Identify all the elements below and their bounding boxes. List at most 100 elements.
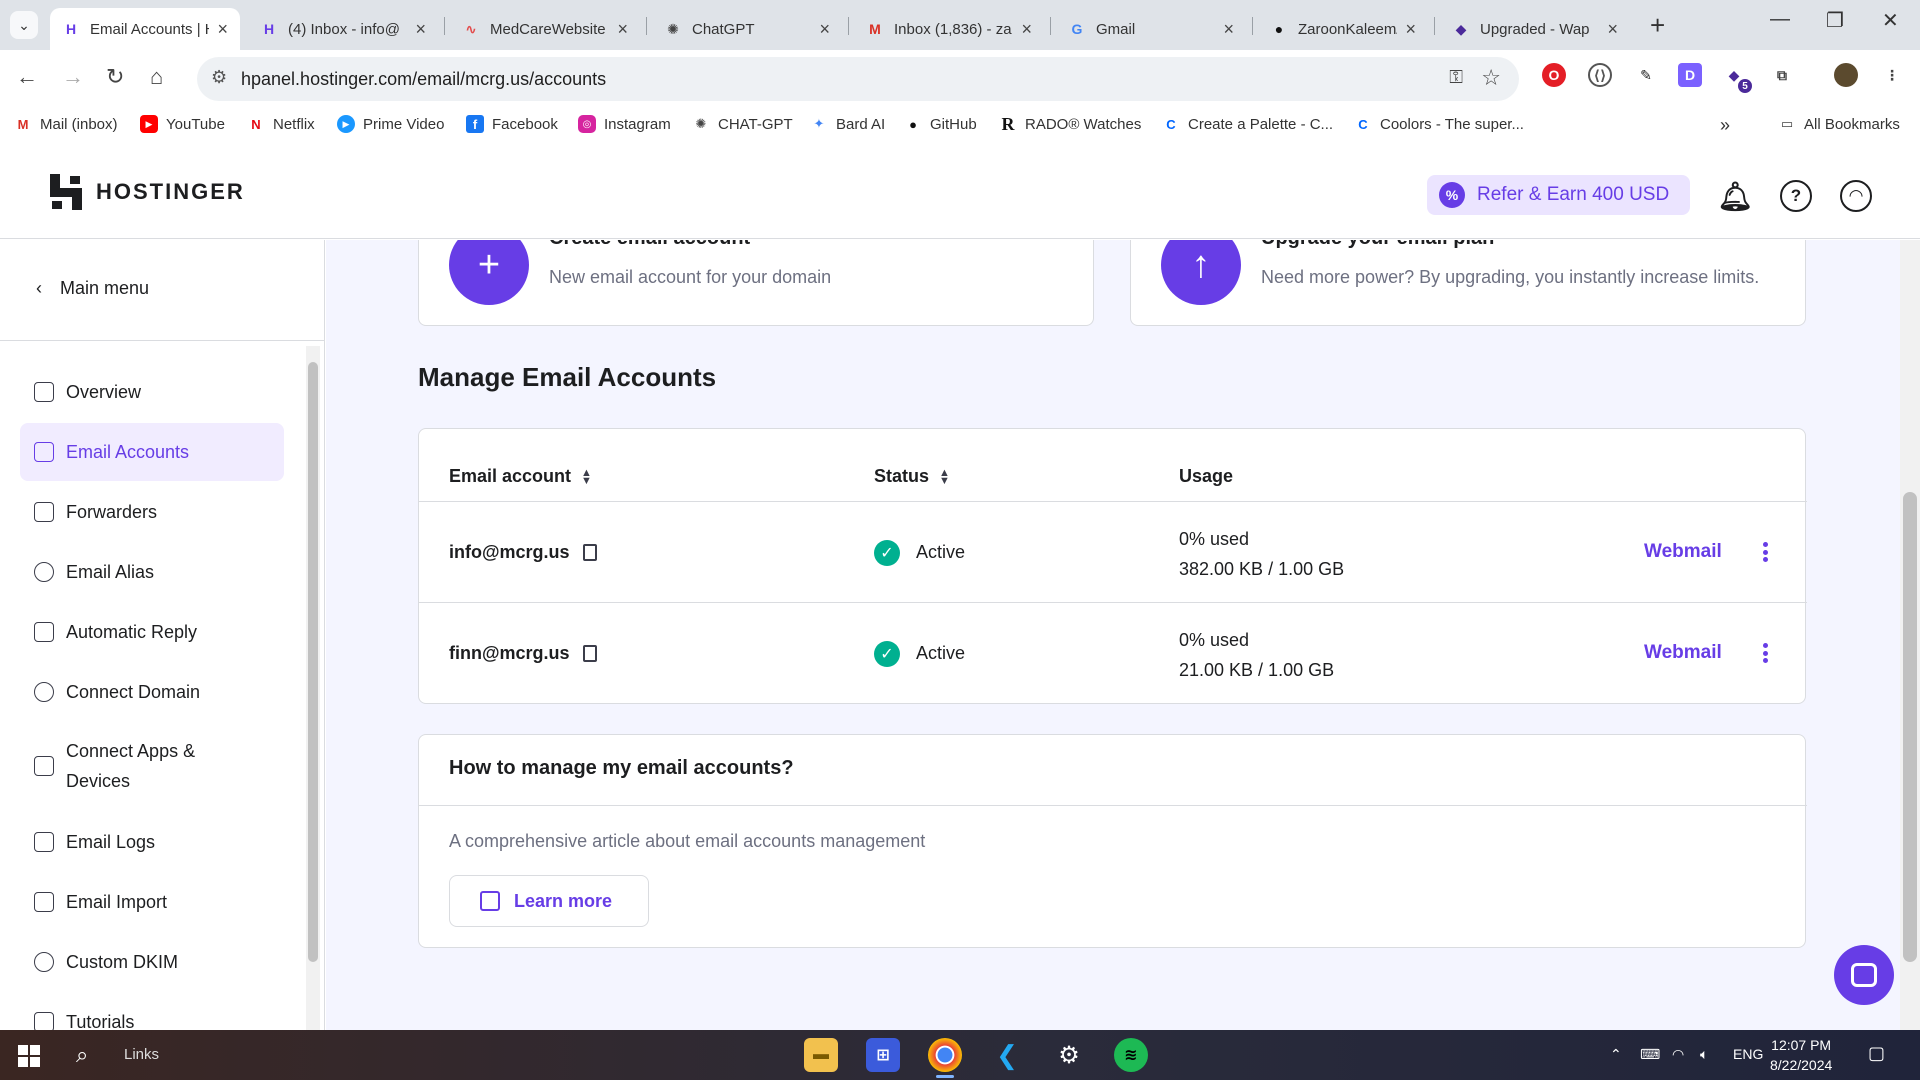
close-tab-icon[interactable]: ×: [1607, 19, 1618, 40]
tab-medcare[interactable]: ∿ MedCareWebsite ×: [450, 8, 640, 50]
tab-gmail[interactable]: G Gmail ×: [1056, 8, 1246, 50]
sidebar-scrollbar-thumb[interactable]: [308, 362, 318, 962]
sidebar-item-email-alias[interactable]: Email Alias: [20, 543, 284, 601]
tab-inbox-info[interactable]: H (4) Inbox - info@ ×: [248, 8, 438, 50]
copy-icon[interactable]: [583, 544, 597, 561]
windows-start-icon[interactable]: [18, 1045, 40, 1067]
notifications-icon[interactable]: ▢: [1868, 1043, 1885, 1064]
tab-email-accounts[interactable]: H Email Accounts | Ho ×: [50, 8, 240, 50]
bookmark-create-palette[interactable]: C Create a Palette - C...: [1162, 115, 1333, 133]
check-circle-icon: ✓: [874, 540, 900, 566]
sidebar-item-forwarders[interactable]: Forwarders: [20, 483, 284, 541]
site-info-icon[interactable]: ⚙: [211, 67, 227, 88]
all-bookmarks[interactable]: ▭ All Bookmarks: [1778, 115, 1900, 133]
learn-more-button[interactable]: Learn more: [449, 875, 649, 927]
bookmark-chatgpt[interactable]: ✺ CHAT-GPT: [692, 115, 793, 133]
sidebar-item-custom-dkim[interactable]: Custom DKIM: [20, 933, 284, 991]
close-tab-icon[interactable]: ×: [1405, 19, 1416, 40]
webmail-link[interactable]: Webmail: [1644, 541, 1722, 563]
vscode-icon[interactable]: ❮: [990, 1038, 1024, 1072]
back-icon[interactable]: ←: [16, 64, 38, 90]
sidebar-item-connect-apps[interactable]: Connect Apps & Devices: [20, 733, 284, 799]
password-key-icon[interactable]: ⚿: [1449, 67, 1463, 88]
main-menu-link[interactable]: ‹ Main menu: [36, 278, 149, 299]
close-tab-icon[interactable]: ×: [217, 19, 228, 40]
bookmark-mail[interactable]: M Mail (inbox): [14, 115, 118, 133]
language-indicator[interactable]: ENG: [1733, 1046, 1763, 1062]
bookmark-bard[interactable]: ✦ Bard AI: [810, 115, 886, 133]
taskbar-search-label[interactable]: Links: [124, 1046, 159, 1063]
d-extension-icon[interactable]: D: [1678, 63, 1702, 87]
wifi-icon[interactable]: ◠: [1672, 1046, 1684, 1063]
upgrade-plan-card[interactable]: ↑ Upgrade your email plan Need more powe…: [1130, 240, 1806, 326]
profile-avatar[interactable]: [1834, 63, 1858, 87]
file-explorer-icon[interactable]: ▬: [804, 1038, 838, 1072]
close-tab-icon[interactable]: ×: [1223, 19, 1234, 40]
bookmark-youtube[interactable]: ▶ YouTube: [140, 115, 225, 133]
eyedropper-extension-icon[interactable]: ✎: [1634, 63, 1658, 87]
hostinger-logo[interactable]: HOSTINGER: [48, 174, 245, 210]
sidebar-item-email-accounts[interactable]: Email Accounts: [20, 423, 284, 481]
forward-icon[interactable]: →: [62, 64, 84, 90]
bookmark-rado[interactable]: R RADO® Watches: [999, 114, 1142, 134]
close-tab-icon[interactable]: ×: [1021, 19, 1032, 40]
bookmark-prime-video[interactable]: ▶ Prime Video: [337, 115, 444, 133]
bookmark-coolors[interactable]: C Coolors - The super...: [1354, 115, 1524, 133]
bookmark-instagram[interactable]: ◎ Instagram: [578, 115, 671, 133]
tab-chatgpt[interactable]: ✺ ChatGPT ×: [652, 8, 842, 50]
bookmarks-overflow-icon[interactable]: »: [1720, 115, 1730, 136]
close-window-icon[interactable]: ✕: [1882, 8, 1899, 33]
create-email-card[interactable]: + Create email account New email account…: [418, 240, 1094, 326]
tab-github[interactable]: ● ZaroonKaleem/N ×: [1258, 8, 1428, 50]
tab-upgraded[interactable]: ◆ Upgraded - Wap ×: [1440, 8, 1630, 50]
copy-icon[interactable]: [583, 645, 597, 662]
sidebar-item-email-logs[interactable]: Email Logs: [20, 813, 284, 871]
search-icon[interactable]: ⌕: [76, 1042, 88, 1068]
chrome-icon[interactable]: [928, 1038, 962, 1078]
more-options-icon[interactable]: [1755, 537, 1775, 567]
bookmark-facebook[interactable]: f Facebook: [466, 115, 558, 133]
restore-icon[interactable]: ❐: [1826, 8, 1844, 33]
sidebar-item-tutorials[interactable]: Tutorials: [20, 993, 284, 1030]
keyboard-icon[interactable]: ⌨: [1640, 1046, 1660, 1063]
tab-gmail-inbox[interactable]: M Inbox (1,836) - za ×: [854, 8, 1044, 50]
spotify-icon[interactable]: ≋: [1114, 1038, 1148, 1072]
volume-icon[interactable]: 🔈︎: [1700, 1046, 1708, 1063]
bookmark-github[interactable]: ● GitHub: [904, 115, 977, 133]
help-icon[interactable]: ?: [1780, 180, 1812, 212]
new-tab-button[interactable]: +: [1650, 10, 1665, 41]
bell-icon[interactable]: 🔔︎: [1717, 180, 1753, 212]
clock[interactable]: 12:07 PM 8/22/2024: [1770, 1035, 1832, 1075]
column-header-email[interactable]: Email account ▲ ▼: [449, 466, 592, 487]
minimize-icon[interactable]: —: [1770, 8, 1790, 31]
sidebar-item-connect-domain[interactable]: Connect Domain: [20, 663, 284, 721]
column-header-status[interactable]: Status ▲ ▼: [874, 466, 950, 487]
code-extension-icon[interactable]: ⟨⟩: [1588, 63, 1612, 87]
bookmark-netflix[interactable]: N Netflix: [247, 115, 314, 133]
reload-icon[interactable]: ↻: [106, 64, 124, 90]
settings-icon[interactable]: ⚙: [1052, 1038, 1086, 1072]
sidebar-item-overview[interactable]: Overview: [20, 363, 284, 421]
store-icon[interactable]: ⊞: [866, 1038, 900, 1072]
page-scrollbar-thumb[interactable]: [1903, 492, 1917, 962]
puzzle-extensions-icon[interactable]: ⧉: [1770, 63, 1794, 87]
url-text[interactable]: hpanel.hostinger.com/email/mcrg.us/accou…: [241, 69, 606, 90]
close-tab-icon[interactable]: ×: [415, 19, 426, 40]
bookmark-star-icon[interactable]: ☆: [1481, 65, 1501, 91]
chrome-menu-icon[interactable]: ⋮: [1880, 63, 1904, 87]
close-tab-icon[interactable]: ×: [819, 19, 830, 40]
refer-earn-button[interactable]: % Refer & Earn 400 USD: [1427, 175, 1690, 215]
tab-search-icon[interactable]: ⌄: [10, 11, 38, 39]
extension-badge-icon[interactable]: ◆ 5: [1722, 63, 1752, 93]
sidebar-item-automatic-reply[interactable]: Automatic Reply: [20, 603, 284, 661]
close-tab-icon[interactable]: ×: [617, 19, 628, 40]
home-icon[interactable]: ⌂: [150, 64, 163, 90]
webmail-link[interactable]: Webmail: [1644, 642, 1722, 664]
chat-support-button[interactable]: [1834, 945, 1894, 1005]
more-options-icon[interactable]: [1755, 638, 1775, 668]
address-bar[interactable]: ⚙ hpanel.hostinger.com/email/mcrg.us/acc…: [197, 57, 1519, 101]
tray-chevron-icon[interactable]: ⌃: [1610, 1046, 1622, 1063]
opera-extension-icon[interactable]: O: [1542, 63, 1566, 87]
account-icon[interactable]: ◠: [1840, 180, 1872, 212]
sidebar-item-email-import[interactable]: Email Import: [20, 873, 284, 931]
